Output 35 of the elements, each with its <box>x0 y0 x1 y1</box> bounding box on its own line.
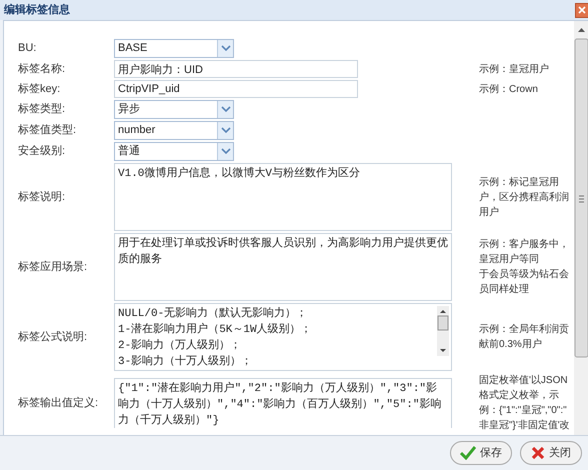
close-icon <box>578 6 586 14</box>
select-field[interactable]: 异步 <box>114 100 234 119</box>
text-area[interactable]: NULL/0-无影响力（默认无影响力）； 1-潜在影响力用户（5K～1W人级别）； 2-影响力（万人级别）； 3-影响力（十万人级别）； <box>114 303 452 371</box>
example-hint: 固定枚举值'以JSON 格式定义枚举，示 例：{"1":"皇冠","0":" 非皇冠"}'非固定值'改 <box>479 374 571 433</box>
text-field[interactable]: 用户影响力：UID <box>114 60 358 78</box>
field-label: 标签公式说明: <box>18 330 88 345</box>
save-button[interactable]: 保存 <box>450 441 512 465</box>
select-field[interactable]: 普通 <box>114 142 234 161</box>
close-icon <box>531 446 545 460</box>
field-label: 标签输出值定义: <box>18 396 100 411</box>
field-label: 标签名称: <box>18 62 66 77</box>
field-label: 标签应用场景: <box>18 260 88 275</box>
text-area[interactable]: 用于在处理订单或投诉时供客服人员识别，为高影响力用户提供更优质的服务 <box>114 233 452 301</box>
field-label: 标签类型: <box>18 102 66 118</box>
select-field[interactable]: BASE <box>114 39 234 58</box>
field-label: 标签值类型: <box>18 123 78 138</box>
example-hint: 示例：全局年利润贡 献前0.3%用户 <box>479 322 570 352</box>
check-icon <box>460 446 476 460</box>
select-field[interactable]: number <box>114 121 234 140</box>
window-title: 编辑标签信息 <box>3 2 70 18</box>
example-hint: 示例：皇冠用户 <box>479 62 550 76</box>
example-hint: 示例：Crown <box>479 82 539 96</box>
scrollbar[interactable] <box>437 306 449 356</box>
field-label: BU: <box>18 41 38 56</box>
text-area[interactable]: V1.0微博用户信息，以微博大V与粉丝数作为区分 <box>114 163 452 231</box>
scrollbar[interactable] <box>574 21 588 435</box>
text-area[interactable]: {"1":"潜在影响力用户","2":"影响力（万人级别）","3":"影响力（十万人级别）","4":"影响力（百万人级别）","5":"影响力（千万人级别）"} <box>114 378 452 428</box>
field-label: 标签说明: <box>18 190 66 205</box>
field-label: 标签key: <box>18 82 62 97</box>
text-field[interactable]: CtripVIP_uid <box>114 80 358 98</box>
example-hint: 示例：客户服务中， 皇冠用户等同 于会员等级为钻石会 员同样处理 <box>479 238 570 297</box>
example-hint: 示例：标记皇冠用 户，区分携程高利润 用户 <box>479 176 570 220</box>
close-button[interactable]: 关闭 <box>520 441 582 465</box>
field-label: 安全级别: <box>18 144 66 160</box>
close-button[interactable] <box>575 2 588 18</box>
